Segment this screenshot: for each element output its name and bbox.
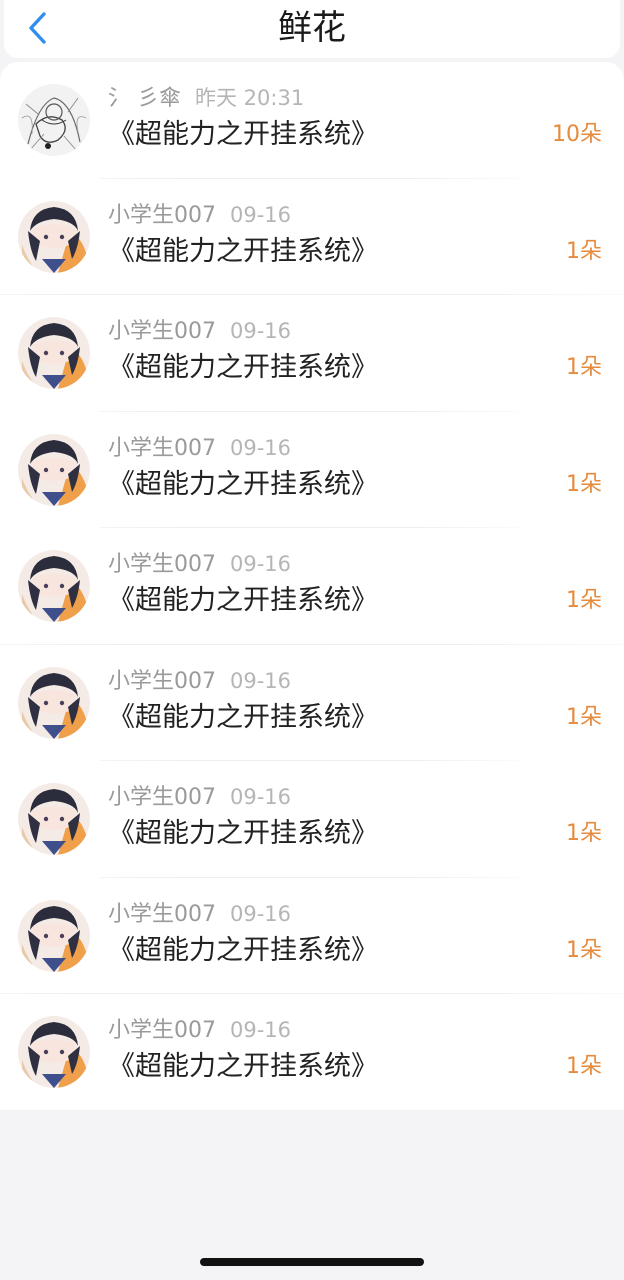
list-item[interactable]: 小学生007 09-16 《超能力之开挂系统》 1朵 — [0, 528, 624, 645]
timestamp: 昨天 20:31 — [195, 86, 305, 110]
flower-count: 1朵 — [566, 471, 602, 497]
user-name: 氵 彡傘 — [108, 86, 181, 111]
timestamp: 09-16 — [230, 901, 292, 926]
list-item[interactable]: 小学生007 09-16 《超能力之开挂系统》 1朵 — [0, 645, 624, 761]
page-title: 鲜花 — [278, 8, 346, 48]
flower-count: 10朵 — [552, 122, 602, 147]
flower-count: 1朵 — [566, 588, 602, 613]
anime-avatar[interactable] — [18, 666, 90, 739]
flower-count: 1朵 — [566, 937, 602, 963]
book-title: 《超能力之开挂系统》 — [108, 1051, 378, 1082]
anime-avatar[interactable] — [18, 899, 90, 972]
anime-avatar[interactable] — [18, 550, 90, 622]
book-title: 《超能力之开挂系统》 — [108, 468, 378, 500]
anime-avatar[interactable] — [18, 1016, 90, 1088]
book-title: 《超能力之开挂系统》 — [108, 585, 378, 616]
user-name: 小学生007 — [108, 435, 216, 461]
book-title: 《超能力之开挂系统》 — [108, 818, 378, 849]
timestamp: 09-16 — [230, 435, 292, 460]
flower-count: 1朵 — [566, 1054, 602, 1079]
flower-count: 1朵 — [566, 238, 602, 264]
user-name: 小学生007 — [108, 668, 216, 694]
user-name: 小学生007 — [108, 319, 216, 344]
list-item-meta: 小学生007 09-16 — [108, 783, 291, 812]
book-title: 《超能力之开挂系统》 — [108, 119, 378, 150]
list-item[interactable]: 氵 彡傘 昨天 20:31 《超能力之开挂系统》 10朵 — [0, 62, 624, 179]
timestamp: 09-16 — [230, 319, 292, 343]
sketch-avatar[interactable] — [18, 84, 90, 156]
list-item[interactable]: 小学生007 09-16 《超能力之开挂系统》 1朵 — [0, 878, 624, 994]
anime-avatar[interactable] — [18, 783, 90, 855]
list-item-meta: 小学生007 09-16 — [108, 201, 291, 230]
list-item-meta: 氵 彡傘 昨天 20:31 — [108, 84, 304, 113]
anime-avatar[interactable] — [18, 317, 90, 389]
nav-bar: 鲜花 — [4, 0, 620, 58]
list-item-meta: 小学生007 09-16 — [108, 434, 291, 463]
list-item[interactable]: 小学生007 09-16 《超能力之开挂系统》 1朵 — [0, 994, 624, 1111]
list-item-meta: 小学生007 09-16 — [108, 317, 291, 346]
timestamp: 09-16 — [230, 1018, 292, 1042]
anime-avatar[interactable] — [18, 200, 90, 273]
user-name: 小学生007 — [108, 901, 216, 927]
anime-avatar[interactable] — [18, 433, 90, 506]
book-title: 《超能力之开挂系统》 — [108, 701, 378, 733]
list-item-meta: 小学生007 09-16 — [108, 1016, 291, 1045]
timestamp: 09-16 — [230, 668, 292, 693]
timestamp: 09-16 — [230, 785, 292, 809]
list-item-meta: 小学生007 09-16 — [108, 900, 291, 929]
user-name: 小学生007 — [108, 785, 216, 810]
book-title: 《超能力之开挂系统》 — [108, 352, 378, 383]
list-item-meta: 小学生007 09-16 — [108, 550, 291, 579]
list-item[interactable]: 小学生007 09-16 《超能力之开挂系统》 1朵 — [0, 761, 624, 878]
flower-list: 氵 彡傘 昨天 20:31 《超能力之开挂系统》 10朵 小学生007 09-16 … — [0, 62, 624, 1110]
list-item-meta: 小学生007 09-16 — [108, 667, 291, 696]
timestamp: 09-16 — [230, 202, 292, 227]
list-item[interactable]: 小学生007 09-16 《超能力之开挂系统》 1朵 — [0, 412, 624, 528]
user-name: 小学生007 — [108, 202, 216, 228]
book-title: 《超能力之开挂系统》 — [108, 934, 378, 966]
list-item[interactable]: 小学生007 09-16 《超能力之开挂系统》 1朵 — [0, 295, 624, 412]
user-name: 小学生007 — [108, 1018, 216, 1043]
home-indicator[interactable] — [200, 1258, 424, 1266]
list-item[interactable]: 小学生007 09-16 《超能力之开挂系统》 1朵 — [0, 179, 624, 295]
book-title: 《超能力之开挂系统》 — [108, 235, 378, 267]
timestamp: 09-16 — [230, 552, 292, 576]
flower-count: 1朵 — [566, 355, 602, 380]
flower-count: 1朵 — [566, 821, 602, 846]
flower-count: 1朵 — [566, 704, 602, 730]
user-name: 小学生007 — [108, 552, 216, 577]
